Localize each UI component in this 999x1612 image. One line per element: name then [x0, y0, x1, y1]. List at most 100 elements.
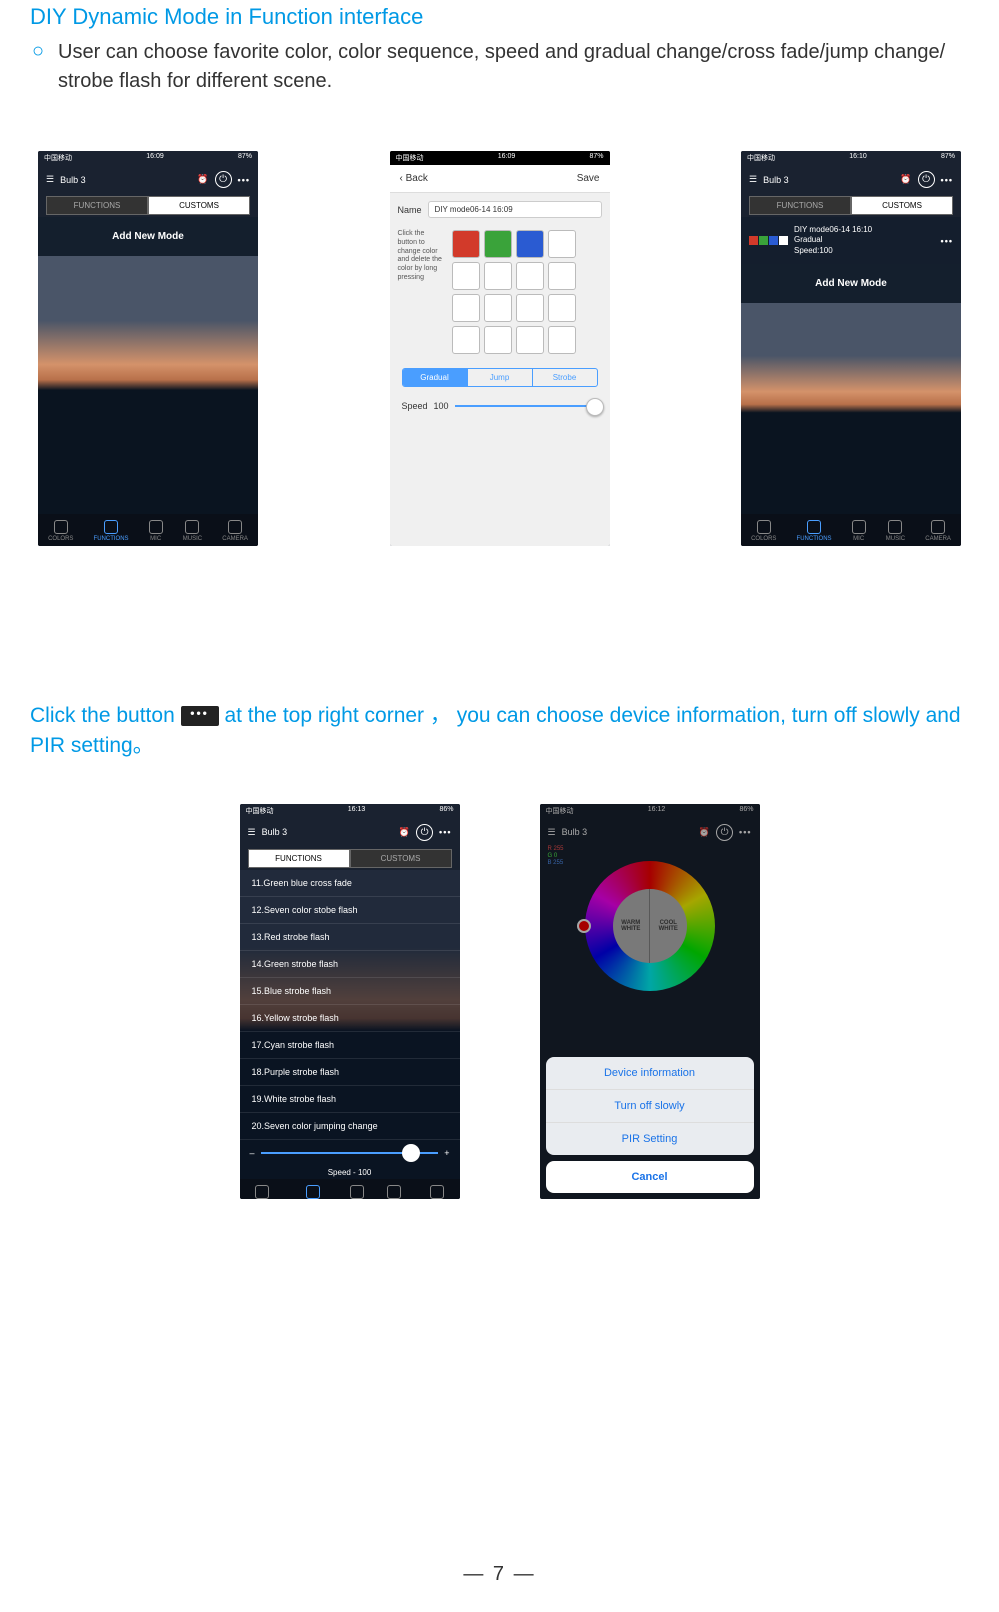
swatch — [779, 236, 788, 245]
diy-mode-card[interactable]: DIY mode06-14 16:10 Gradual Speed:100 ••… — [741, 217, 961, 264]
bottom-nav: COLORS FUNCTIONS MIC MUSIC CAMERA — [240, 1179, 460, 1199]
bullet-icon: ○ — [30, 38, 58, 96]
battery-label: 87% — [589, 153, 603, 163]
device-title: Bulb 3 — [763, 175, 789, 185]
function-list-item[interactable]: 15.Blue strobe flash — [240, 978, 460, 1005]
bottom-nav: COLORS FUNCTIONS MIC MUSIC CAMERA — [38, 514, 258, 546]
color-cell[interactable] — [548, 262, 576, 290]
phone-customs-with-mode: 中国移动 16:10 87% ☰ Bulb 3 ⏰ ⏻ ••• FUNCTION… — [741, 151, 961, 546]
speed-slider[interactable] — [455, 405, 598, 407]
color-cell[interactable] — [452, 294, 480, 322]
tab-customs[interactable]: CUSTOMS — [350, 849, 452, 868]
color-cell[interactable] — [452, 262, 480, 290]
color-cell[interactable] — [484, 262, 512, 290]
speed-value: 100 — [434, 401, 449, 411]
power-icon[interactable]: ⏻ — [416, 824, 433, 841]
carrier-label: 中国移动 — [396, 153, 424, 163]
bullet-text: User can choose favorite color, color se… — [58, 38, 969, 96]
tab-customs[interactable]: CUSTOMS — [148, 196, 250, 215]
sheet-pir-setting[interactable]: PIR Setting — [546, 1123, 754, 1155]
color-cell[interactable] — [516, 326, 544, 354]
add-new-mode-button[interactable]: Add New Mode — [741, 264, 961, 303]
clock-label: 16:09 — [146, 153, 164, 163]
color-cell[interactable] — [484, 326, 512, 354]
save-button[interactable]: Save — [577, 173, 600, 184]
menu-icon[interactable]: ☰ — [749, 174, 757, 185]
seg-jump[interactable]: Jump — [468, 369, 533, 386]
color-cell[interactable] — [516, 262, 544, 290]
speed-label: Speed — [402, 401, 428, 411]
name-label: Name — [398, 205, 422, 215]
function-list-item[interactable]: 17.Cyan strobe flash — [240, 1032, 460, 1059]
alarm-icon[interactable]: ⏰ — [197, 174, 208, 185]
function-list-item[interactable]: 13.Red strobe flash — [240, 924, 460, 951]
nav-camera[interactable]: CAMERA — [222, 520, 248, 542]
nav-colors[interactable]: COLORS — [751, 520, 776, 542]
phone-action-sheet: 中国移动 16:12 86% ☰ Bulb 3 ⏰ ⏻ ••• R 255 G … — [540, 804, 760, 1199]
menu-icon[interactable]: ☰ — [248, 827, 256, 838]
tab-functions[interactable]: FUNCTIONS — [749, 196, 851, 215]
menu-icon[interactable]: ☰ — [46, 174, 54, 185]
nav-mic[interactable]: MIC — [350, 1185, 364, 1199]
color-cell[interactable] — [516, 294, 544, 322]
function-list-item[interactable]: 18.Purple strobe flash — [240, 1059, 460, 1086]
power-icon[interactable]: ⏻ — [918, 171, 935, 188]
tab-customs[interactable]: CUSTOMS — [851, 196, 953, 215]
name-input[interactable]: DIY mode06-14 16:09 — [428, 201, 602, 218]
color-cell[interactable] — [548, 230, 576, 258]
nav-mic[interactable]: MIC — [149, 520, 163, 542]
nav-music[interactable]: MUSIC — [384, 1185, 403, 1199]
tab-row: FUNCTIONS CUSTOMS — [749, 196, 953, 215]
nav-camera[interactable]: CAMERA — [925, 520, 951, 542]
color-cell[interactable] — [484, 294, 512, 322]
diy-swatch-row — [749, 236, 788, 245]
color-cell[interactable] — [516, 230, 544, 258]
function-list-item[interactable]: 20.Seven color jumping change — [240, 1113, 460, 1140]
status-bar: 中国移动 16:10 87% — [741, 151, 961, 165]
function-list-item[interactable]: 19.White strobe flash — [240, 1086, 460, 1113]
color-cell[interactable] — [548, 326, 576, 354]
color-cell[interactable] — [452, 230, 480, 258]
section-heading: DIY Dynamic Mode in Function interface — [30, 4, 969, 30]
seg-gradual[interactable]: Gradual — [403, 369, 468, 386]
power-icon[interactable]: ⏻ — [215, 171, 232, 188]
add-new-mode-button[interactable]: Add New Mode — [38, 217, 258, 256]
alarm-icon[interactable]: ⏰ — [399, 827, 410, 838]
more-icon[interactable]: ••• — [941, 175, 953, 185]
sheet-cancel[interactable]: Cancel — [546, 1161, 754, 1193]
function-list-item[interactable]: 14.Green strobe flash — [240, 951, 460, 978]
color-cell[interactable] — [484, 230, 512, 258]
more-icon[interactable]: ••• — [238, 175, 250, 185]
function-list-item[interactable]: 12.Seven color stobe flash — [240, 897, 460, 924]
bottom-nav: COLORS FUNCTIONS MIC MUSIC CAMERA — [741, 514, 961, 546]
back-button[interactable]: ‹ Back — [400, 173, 428, 184]
screenshot-row-1: 中国移动 16:09 87% ☰ Bulb 3 ⏰ ⏻ ••• FUNCTION… — [38, 151, 961, 546]
sheet-device-information[interactable]: Device information — [546, 1057, 754, 1090]
color-cell[interactable] — [548, 294, 576, 322]
nav-colors[interactable]: COLORS — [48, 520, 73, 542]
color-cell[interactable] — [452, 326, 480, 354]
nav-music[interactable]: MUSIC — [886, 520, 905, 542]
sheet-turn-off-slowly[interactable]: Turn off slowly — [546, 1090, 754, 1123]
speed-minus[interactable]: – — [250, 1148, 255, 1158]
function-list-item[interactable]: 11.Green blue cross fade — [240, 870, 460, 897]
alarm-icon[interactable]: ⏰ — [900, 174, 911, 185]
speed-slider[interactable] — [261, 1152, 439, 1154]
tab-functions[interactable]: FUNCTIONS — [46, 196, 148, 215]
nav-camera[interactable]: CAMERA — [424, 1185, 450, 1199]
tab-functions[interactable]: FUNCTIONS — [248, 849, 350, 868]
function-list-item[interactable]: 16.Yellow strobe flash — [240, 1005, 460, 1032]
diy-more-icon[interactable]: ••• — [941, 236, 953, 246]
nav-functions[interactable]: FUNCTIONS — [295, 1185, 330, 1199]
color-grid-hint: Click the button to change color and del… — [398, 230, 446, 354]
seg-strobe[interactable]: Strobe — [533, 369, 597, 386]
nav-functions[interactable]: FUNCTIONS — [94, 520, 129, 542]
color-grid — [452, 230, 576, 354]
nav-music[interactable]: MUSIC — [183, 520, 202, 542]
nav-functions[interactable]: FUNCTIONS — [797, 520, 832, 542]
action-sheet: Device information Turn off slowly PIR S… — [540, 1051, 760, 1199]
nav-mic[interactable]: MIC — [852, 520, 866, 542]
speed-plus[interactable]: + — [444, 1148, 449, 1158]
nav-colors[interactable]: COLORS — [250, 1185, 275, 1199]
more-icon[interactable]: ••• — [439, 827, 451, 837]
